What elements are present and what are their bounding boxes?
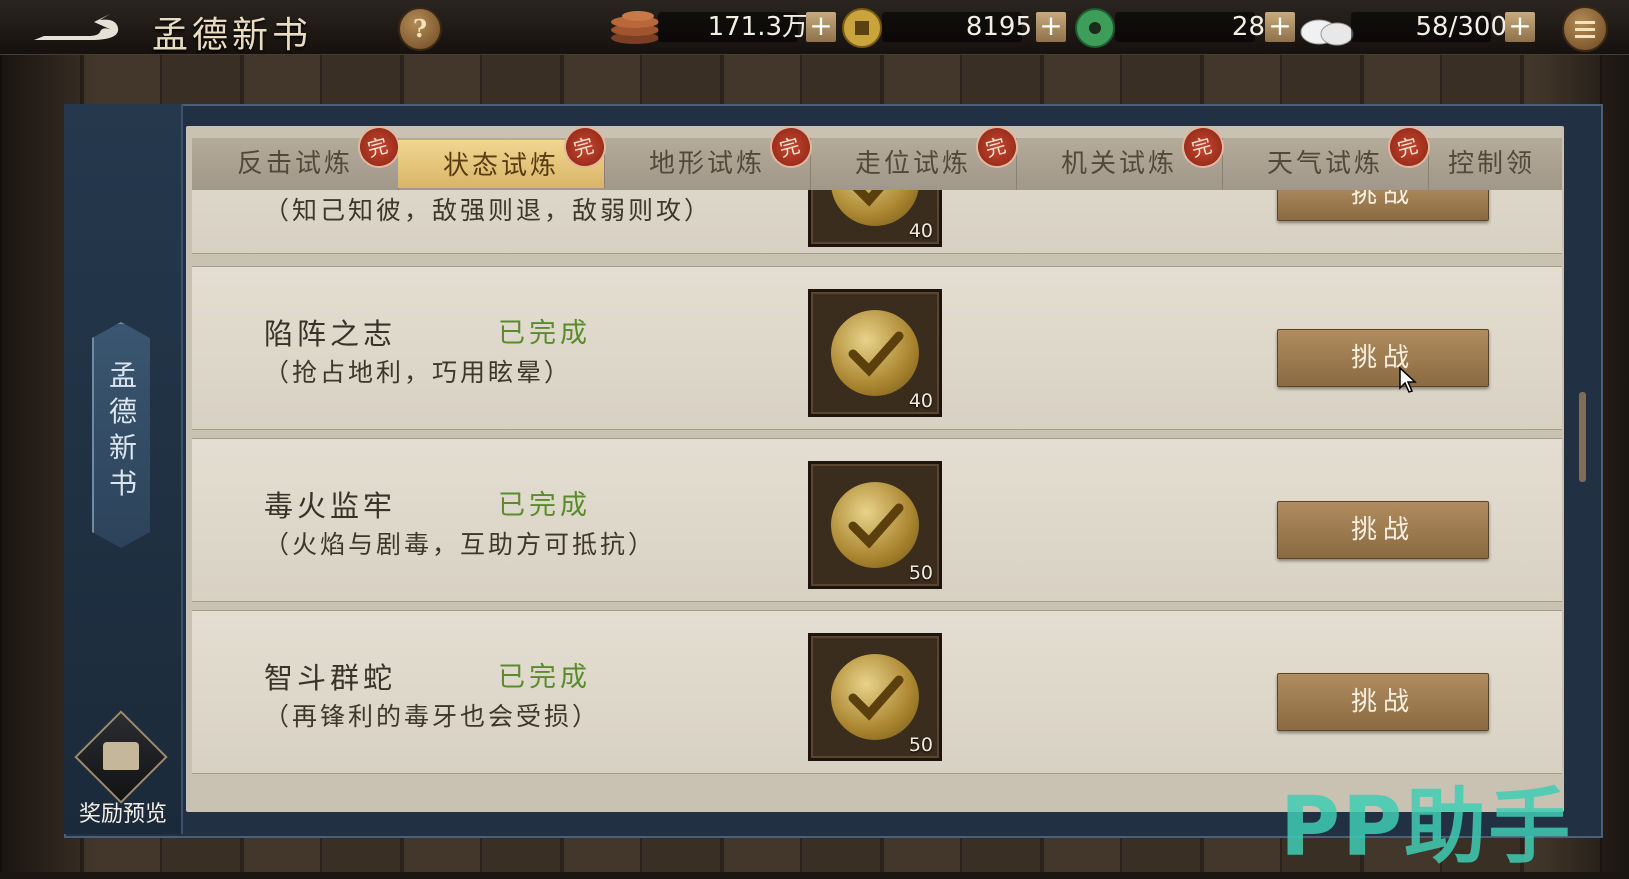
- resource-copper: 171.3万 +: [608, 8, 838, 46]
- tab-label: 走位试炼: [854, 149, 971, 179]
- add-gold-button[interactable]: +: [1036, 12, 1066, 42]
- tab-label: 机关试炼: [1060, 149, 1177, 179]
- trial-row: 陷阵之志 已完成 （抢占地利，巧用眩晕） 40 挑战: [192, 266, 1562, 430]
- reward-box: 40: [808, 190, 942, 247]
- trial-description: （火焰与剧毒，互助方可抵抗）: [264, 530, 657, 559]
- tab-terrain-trial[interactable]: 地形试炼 完: [604, 121, 817, 190]
- tab-movement-trial[interactable]: 走位试炼 完: [810, 121, 1023, 190]
- tab-mechanism-trial[interactable]: 机关试炼 完: [1016, 121, 1229, 190]
- page-title: 孟德新书: [152, 15, 313, 56]
- help-button[interactable]: ?: [398, 7, 442, 51]
- watermark: PP助手: [1280, 780, 1573, 875]
- challenge-button[interactable]: 挑战: [1277, 501, 1489, 559]
- challenge-button[interactable]: 挑战: [1277, 329, 1489, 387]
- menu-button[interactable]: [1562, 6, 1608, 52]
- challenge-button[interactable]: 挑战: [1277, 673, 1489, 731]
- trial-description: （知己知彼，敌强则退，敌弱则攻）: [264, 196, 713, 225]
- reward-box: 50: [808, 461, 942, 589]
- book-title-char: 新: [108, 431, 137, 464]
- resource-value: 171.3万: [707, 12, 808, 42]
- tab-status-trial[interactable]: 状态试炼 完: [398, 121, 611, 188]
- tab-label: 状态试炼: [442, 151, 559, 181]
- reward-count: 50: [908, 734, 933, 756]
- trial-name: 陷阵之志: [264, 317, 397, 351]
- tab-control-trial[interactable]: 控制领: [1428, 138, 1562, 190]
- jade-icon: [1075, 8, 1115, 48]
- book-title-char: 德: [108, 395, 137, 428]
- treasure-chest-icon: [103, 742, 139, 770]
- trial-row: 毒火监牢 已完成 （火焰与剧毒，互助方可抵抗） 50 挑战: [192, 438, 1562, 602]
- back-icon[interactable]: [30, 10, 122, 44]
- gold-coin-icon: [842, 8, 882, 48]
- trial-list[interactable]: （知己知彼，敌强则退，敌弱则攻） 40 挑战 陷阵之志 已完成 （抢占地利，巧用…: [192, 190, 1562, 790]
- resource-jade: 28 +: [1073, 8, 1303, 48]
- trial-row: （知己知彼，敌强则退，敌弱则攻） 40 挑战: [192, 190, 1562, 254]
- trial-tabs: 反击试炼 完 状态试炼 完 地形试炼 完 走位试炼 完 机关试炼 完 天气试炼 …: [192, 121, 1562, 191]
- challenge-button[interactable]: 挑战: [1277, 190, 1489, 221]
- book-title-char: 书: [108, 467, 137, 500]
- tab-label: 天气试炼: [1266, 149, 1383, 179]
- resource-value: 28: [1231, 12, 1265, 42]
- trial-name: 毒火监牢: [264, 489, 397, 523]
- steamed-bun-icon: [1300, 19, 1354, 46]
- trial-description: （再锋利的毒牙也会受损）: [264, 702, 601, 731]
- add-jade-button[interactable]: +: [1265, 12, 1295, 42]
- reward-count: 50: [908, 562, 933, 584]
- add-stamina-button[interactable]: +: [1505, 12, 1535, 42]
- copper-coins-icon: [611, 11, 659, 44]
- tab-label: 地形试炼: [648, 149, 765, 179]
- tab-label: 反击试炼: [236, 149, 353, 179]
- coin-check-icon: [831, 654, 919, 740]
- top-bar: 孟德新书 ? 171.3万 + 8195 + 28 + 58/300 +: [0, 0, 1629, 56]
- reward-count: 40: [908, 390, 933, 412]
- resource-gold: 8195 +: [840, 8, 1070, 48]
- reward-count: 40: [908, 220, 933, 242]
- trial-status: 已完成: [498, 318, 591, 349]
- tab-counter-trial[interactable]: 反击试炼 完: [192, 121, 405, 190]
- trial-name: 智斗群蛇: [264, 661, 397, 695]
- trial-status: 已完成: [498, 490, 591, 521]
- tab-weather-trial[interactable]: 天气试炼 完: [1222, 121, 1435, 190]
- trial-status: 已完成: [498, 662, 591, 693]
- reward-preview-label: 奖励预览: [78, 802, 167, 827]
- add-copper-button[interactable]: +: [806, 12, 836, 42]
- book-title-char: 孟: [108, 359, 137, 392]
- resource-value: 58/300: [1415, 12, 1507, 42]
- resource-value: 8195: [965, 12, 1032, 42]
- coin-check-icon: [831, 482, 919, 568]
- coin-check-icon: [831, 190, 919, 226]
- reward-box: 40: [808, 289, 942, 417]
- tab-label: 控制领: [1448, 149, 1536, 179]
- trial-row: 智斗群蛇 已完成 （再锋利的毒牙也会受损） 50 挑战: [192, 610, 1562, 774]
- trial-description: （抢占地利，巧用眩晕）: [264, 358, 573, 387]
- book-title-label: 孟 德 新 书: [92, 322, 150, 548]
- resource-stamina: 58/300 +: [1299, 8, 1535, 46]
- list-scrollbar[interactable]: [1579, 392, 1586, 482]
- reward-preview-button[interactable]: 奖励预览: [58, 710, 188, 827]
- mouse-cursor-icon: [1399, 366, 1417, 393]
- reward-box: 50: [808, 633, 942, 761]
- coin-check-icon: [831, 310, 919, 396]
